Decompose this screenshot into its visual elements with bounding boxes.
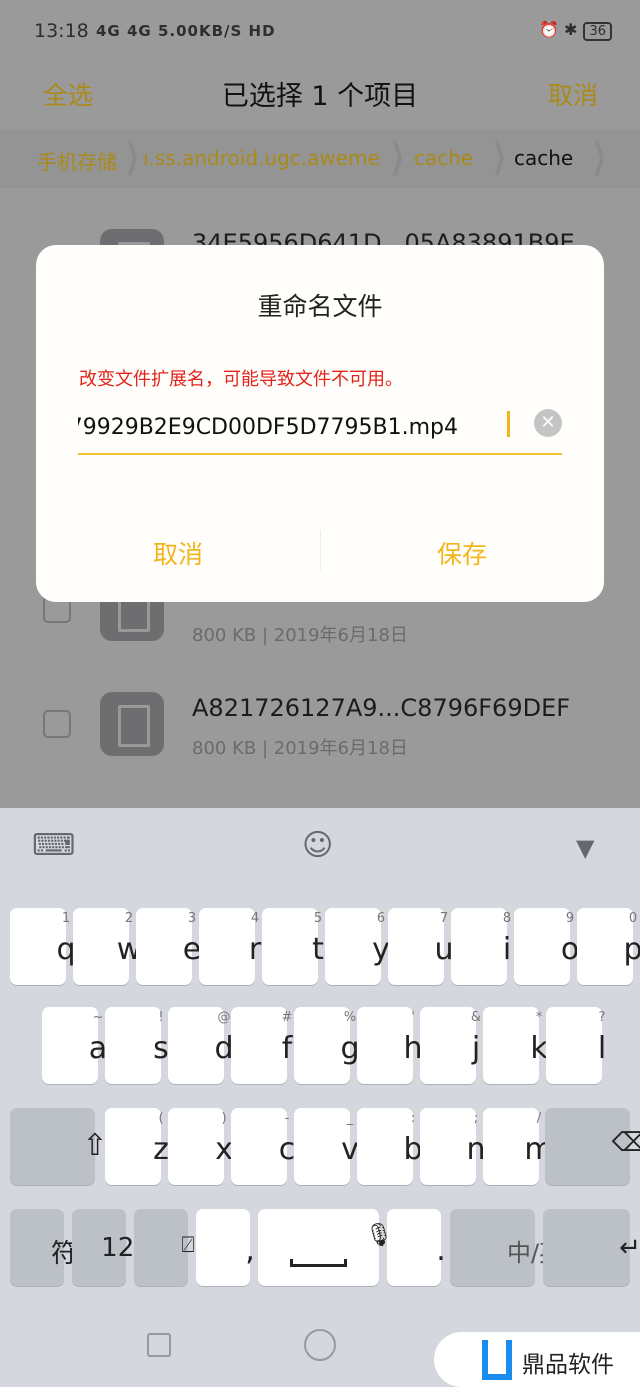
status-bar: 13:18 4G 4G 5.00KB/S HD ⏰ ✱ 36: [0, 0, 640, 64]
period-key[interactable]: .: [387, 1209, 446, 1286]
watermark-text: 鼎品软件: [522, 1352, 614, 1378]
emoji-icon[interactable]: ☺: [302, 828, 333, 863]
language-switch-key[interactable]: 中/英: [450, 1209, 563, 1286]
shift-key[interactable]: ⇧: [10, 1108, 108, 1185]
key-hint: ?: [598, 1010, 606, 1025]
status-right: ⏰ ✱ 36: [539, 20, 612, 41]
dialog-title: 重命名文件: [257, 292, 383, 321]
key-hint: 0: [628, 911, 638, 926]
home-button[interactable]: [304, 1329, 336, 1361]
key-s[interactable]: ! s: [105, 1007, 169, 1084]
key-label: p: [623, 932, 640, 967]
enter-key[interactable]: ↵: [543, 1209, 640, 1286]
backspace-icon: ⌫: [611, 1128, 640, 1158]
cancel-button[interactable]: 取消: [36, 535, 320, 571]
alarm-icon: ⏰: [539, 20, 559, 39]
breadcrumb-item-aweme[interactable]: ı.ss.android.ugc.aweme: [143, 146, 380, 170]
key-w[interactable]: 2w: [73, 908, 141, 985]
key-x[interactable]: ) x: [168, 1108, 233, 1185]
battery-icon: 36: [583, 22, 612, 41]
key-v[interactable]: _ v: [294, 1108, 359, 1185]
key-t[interactable]: 5t: [262, 908, 324, 985]
key-i[interactable]: 8i: [451, 908, 511, 985]
chevron-right-icon: ❯: [492, 136, 507, 176]
key-p[interactable]: 0p: [577, 908, 640, 985]
clock: 13:18: [34, 20, 89, 42]
symbols-key[interactable]: 符: [10, 1209, 77, 1286]
key-e[interactable]: 3e: [136, 908, 201, 985]
key-c[interactable]: -c: [231, 1108, 295, 1185]
numbers-key[interactable]: 123: [72, 1209, 151, 1286]
key-b[interactable]: :b: [357, 1108, 423, 1185]
key-y[interactable]: 6y: [325, 908, 390, 985]
key-g[interactable]: % g: [294, 1007, 360, 1084]
filename-input[interactable]: AA979929B2E9CD00DF5D7795B1.mp4 ✕: [78, 407, 562, 455]
key-l[interactable]: ? l: [546, 1007, 606, 1084]
space-bar-icon: [290, 1259, 347, 1267]
file-row[interactable]: A821726127A9...C8796F69DEF 800 KB | 2019…: [0, 680, 640, 795]
page-title: 已选择 1 个项目: [221, 81, 419, 112]
key-a[interactable]: ~ a: [42, 1007, 107, 1084]
key-r[interactable]: 4r: [199, 908, 261, 985]
breadcrumb: 手机存储 ❯ ı.ss.android.ugc.aweme ❯ cache ❯ …: [0, 130, 640, 188]
collapse-keyboard-icon[interactable]: ▼: [576, 834, 594, 862]
watermark-logo-icon: [482, 1340, 512, 1380]
network-indicators: 4G 4G 5.00KB/S HD: [96, 22, 276, 40]
key-label: l: [597, 1031, 607, 1066]
key-m[interactable]: / m: [483, 1108, 554, 1185]
key-n[interactable]: ; n: [420, 1108, 486, 1185]
clear-icon[interactable]: ✕: [534, 409, 562, 437]
extension-warning: 改变文件扩展名，可能导致文件不可用。: [79, 369, 403, 390]
key-q[interactable]: 1q: [10, 908, 76, 985]
watermark: 鼎品软件: [434, 1332, 640, 1387]
filename-value: AA979929B2E9CD00DF5D7795B1.mp4: [78, 415, 458, 440]
recents-button[interactable]: [147, 1333, 171, 1357]
breadcrumb-item-phone-storage[interactable]: 手机存储: [37, 146, 117, 175]
key-d[interactable]: @ d: [168, 1007, 234, 1084]
bluetooth-icon: ✱: [564, 20, 578, 39]
chevron-right-icon: ❯: [592, 136, 607, 176]
key-j[interactable]: & j: [420, 1007, 481, 1084]
key-u[interactable]: 7u: [388, 908, 454, 985]
file-meta: 800 KB | 2019年6月18日: [192, 738, 408, 759]
keyboard-icon[interactable]: ⌨: [32, 828, 75, 863]
cancel-selection-button[interactable]: 取消: [548, 76, 598, 112]
app-bar: 已选择 1 个项目 全选 取消: [0, 64, 640, 126]
navigation-bar: 鼎品软件: [0, 1290, 640, 1387]
rename-dialog: 重命名文件 改变文件扩展名，可能导致文件不可用。 AA979929B2E9CD0…: [36, 245, 604, 602]
key-f[interactable]: # f: [231, 1007, 292, 1084]
select-all-button[interactable]: 全选: [43, 76, 93, 112]
key-k[interactable]: * k: [483, 1007, 548, 1084]
enter-icon: ↵: [619, 1233, 640, 1263]
text-edit-key[interactable]: ⍁: [134, 1209, 195, 1286]
chevron-right-icon: ❯: [125, 136, 140, 176]
file-meta: 800 KB | 2019年6月18日: [192, 625, 408, 646]
comma-key[interactable]: ,: [196, 1209, 255, 1286]
backspace-key[interactable]: ⌫: [545, 1108, 640, 1185]
chevron-right-icon: ❯: [390, 136, 405, 176]
file-name: A821726127A9...C8796F69DEF: [192, 694, 571, 722]
shift-icon: ⇧: [82, 1128, 108, 1163]
breadcrumb-item-cache[interactable]: cache: [414, 146, 473, 170]
key-o[interactable]: 9o: [514, 908, 579, 985]
keyboard: ⌨ ☺ ▼ 1 q 2 w 3 e 4 r 5 t 6 y 7 u 8 i 9 o 0 p ~ a! s @ d # f% g ' h & j…: [0, 808, 640, 1290]
text-caret: [507, 411, 510, 437]
file-icon: [100, 692, 164, 756]
key-h[interactable]: ' h: [357, 1007, 423, 1084]
space-key[interactable]: 🎙: [258, 1209, 393, 1286]
checkbox[interactable]: [43, 710, 71, 738]
breadcrumb-item-current: cache: [514, 146, 574, 170]
save-button[interactable]: 保存: [320, 535, 604, 571]
